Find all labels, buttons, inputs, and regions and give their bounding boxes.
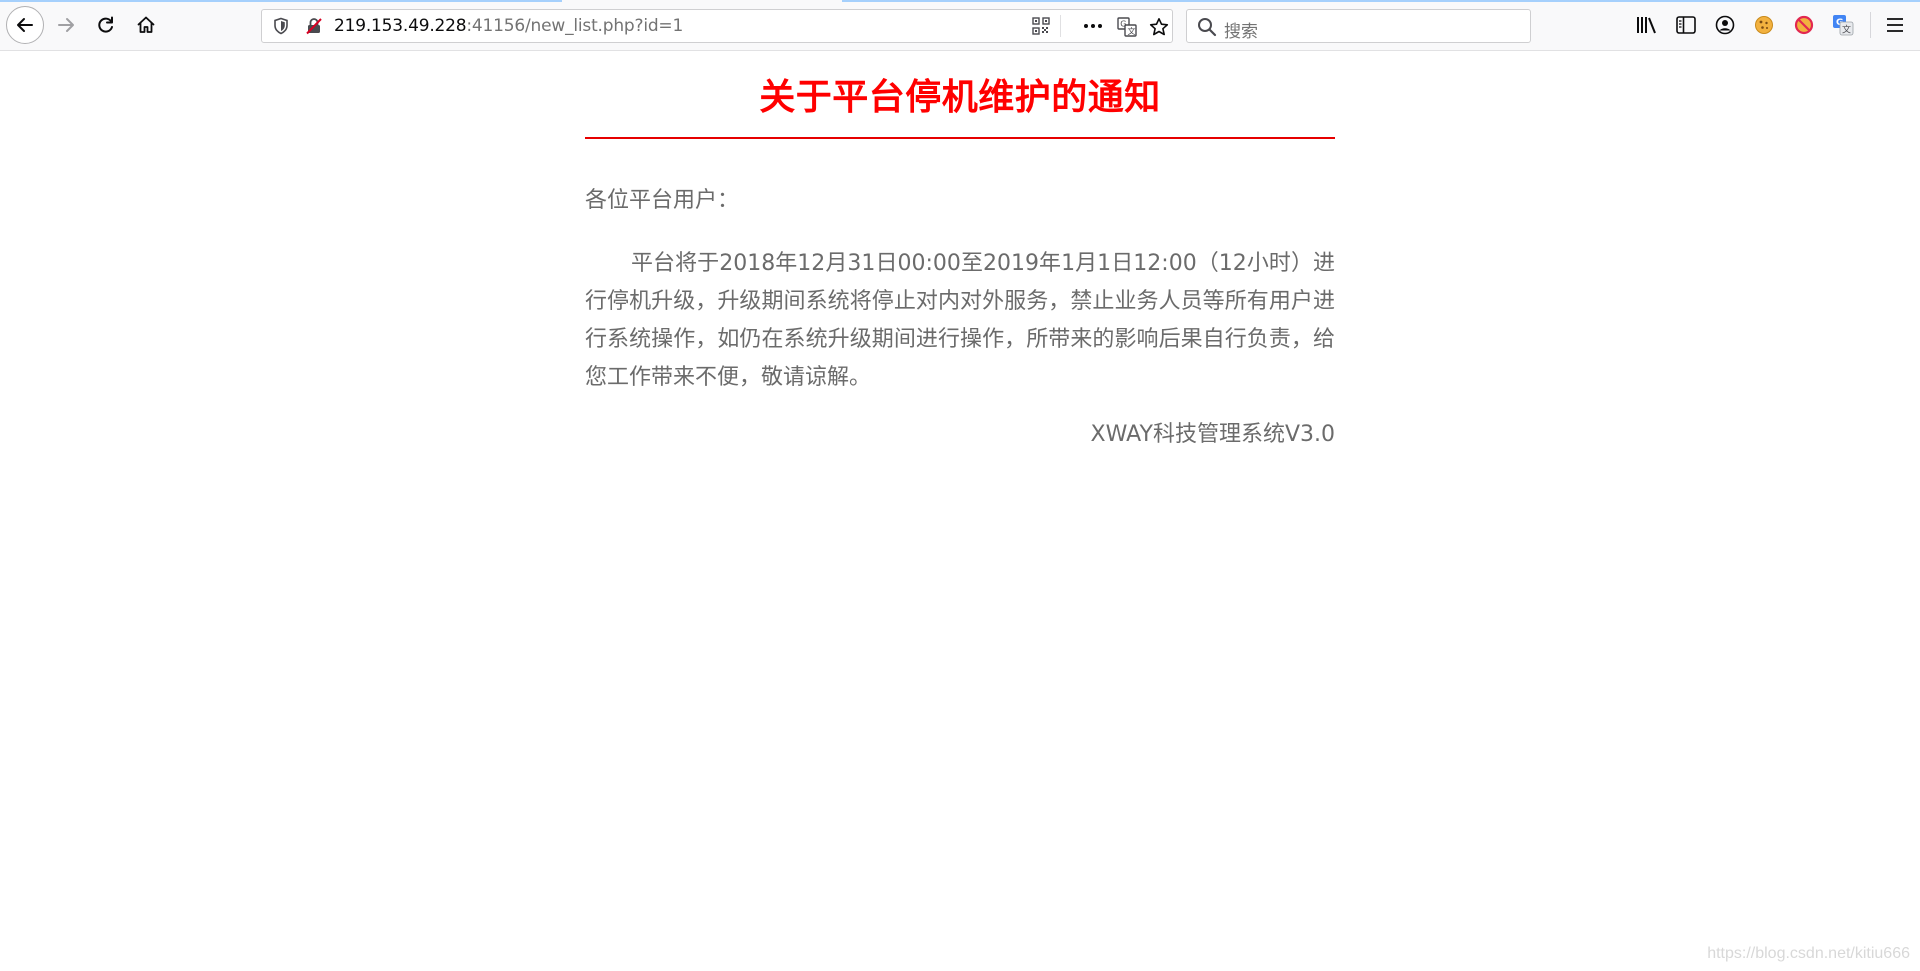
url-text[interactable]: 219.153.49.228:41156/new_list.php?id=1 <box>334 16 683 36</box>
account-icon <box>1715 15 1735 35</box>
hamburger-menu-icon <box>1887 18 1903 32</box>
reload-button[interactable] <box>88 7 124 43</box>
notice-greeting: 各位平台用户： <box>585 188 740 213</box>
more-actions-icon[interactable] <box>1083 17 1103 39</box>
sidebar-button[interactable] <box>1674 13 1698 37</box>
address-bar[interactable]: 219.153.49.228:41156/new_list.php?id=1 G… <box>261 9 1173 43</box>
notice-signature: XWAY科技管理系统V3.0 <box>1090 422 1335 447</box>
svg-text:文: 文 <box>1842 24 1851 36</box>
search-icon <box>1197 17 1217 41</box>
url-separator <box>1060 15 1061 37</box>
insecure-lock-icon[interactable] <box>305 17 323 39</box>
back-button[interactable] <box>6 6 44 44</box>
sidebar-icon <box>1676 16 1696 34</box>
notice-container: 关于平台停机维护的通知 各位平台用户： 平台将于2018年12月31日00:00… <box>585 51 1335 450</box>
qr-code-icon[interactable] <box>1032 17 1050 39</box>
url-host: 219.153.49.228 <box>334 16 467 36</box>
notice-title: 关于平台停机维护的通知 <box>759 77 1161 118</box>
cookie-extension-icon <box>1755 16 1773 34</box>
library-button[interactable] <box>1635 13 1659 37</box>
browser-toolbar: 219.153.49.228:41156/new_list.php?id=1 G… <box>0 0 1920 51</box>
translate-extension-icon: G 文 <box>1833 15 1854 36</box>
svg-text:文: 文 <box>1128 26 1136 36</box>
forward-button[interactable] <box>48 7 84 43</box>
watermark-text: https://blog.csdn.net/kitiu666 <box>1707 945 1910 962</box>
translate-icon[interactable]: G 文 <box>1117 17 1137 41</box>
url-path: :41156/new_list.php?id=1 <box>466 16 684 36</box>
toolbar-separator <box>1870 12 1871 38</box>
library-icon <box>1637 17 1656 34</box>
svg-text:G: G <box>1120 20 1126 29</box>
tracking-shield-icon[interactable] <box>272 17 290 39</box>
title-divider <box>585 137 1335 139</box>
notice-body: 平台将于2018年12月31日00:00至2019年1月1日12:00（12小时… <box>585 251 1335 390</box>
search-placeholder: 搜索 <box>1224 22 1258 42</box>
tab-strip-accent <box>0 0 1920 2</box>
translate-extension-button[interactable]: G 文 <box>1831 13 1855 37</box>
search-bar[interactable]: 搜索 <box>1186 9 1531 43</box>
block-extension-icon <box>1794 15 1814 35</box>
forward-arrow-icon <box>58 18 74 32</box>
menu-button[interactable] <box>1883 13 1907 37</box>
block-extension-button[interactable] <box>1792 13 1816 37</box>
bookmark-star-icon[interactable] <box>1149 17 1169 41</box>
reload-icon <box>98 16 113 33</box>
account-button[interactable] <box>1713 13 1737 37</box>
cookie-extension-button[interactable] <box>1752 13 1776 37</box>
home-icon <box>137 16 155 33</box>
home-button[interactable] <box>128 7 164 43</box>
back-arrow-icon <box>17 18 33 32</box>
